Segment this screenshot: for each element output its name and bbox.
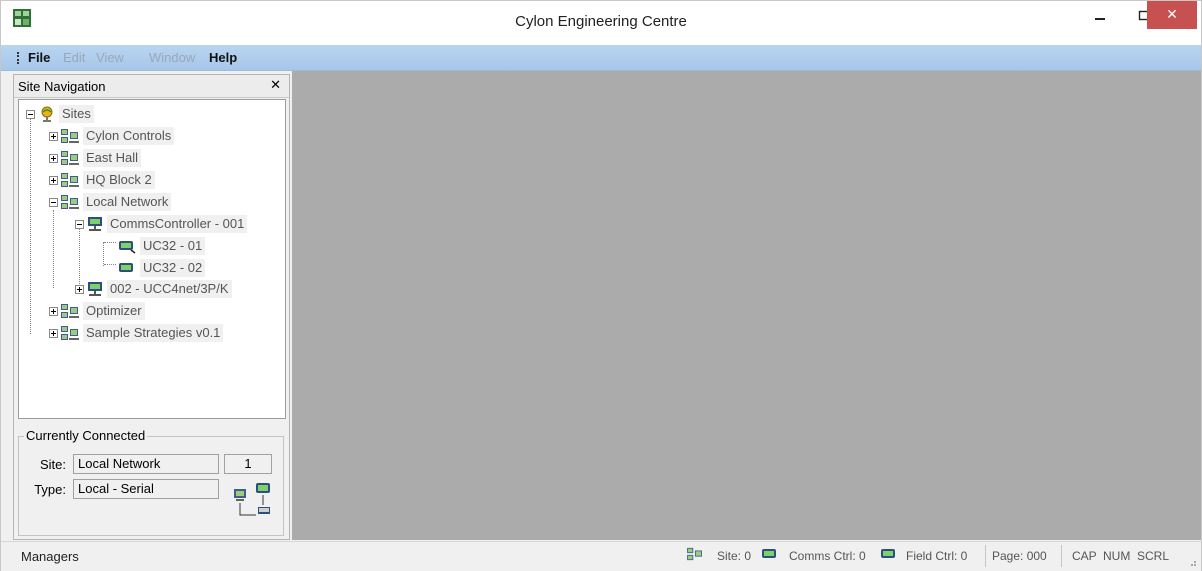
expand-toggle[interactable] (49, 307, 58, 316)
group-legend: Currently Connected (24, 428, 148, 443)
tree-node-site[interactable]: Sample Strategies v0.1 (61, 323, 224, 343)
close-icon: ✕ (1166, 7, 1178, 23)
panel-title: Site Navigation (18, 79, 106, 94)
title-bar: Cylon Engineering Centre ✕ (1, 1, 1201, 45)
tree-node-site[interactable]: Optimizer (61, 301, 145, 321)
tree-connector (104, 264, 116, 265)
site-network-icon (61, 195, 79, 209)
tree-connector (30, 114, 31, 334)
status-num: NUM (1103, 549, 1131, 563)
status-comms-count: Comms Ctrl: 0 (789, 549, 866, 563)
type-label: Type: (34, 482, 66, 497)
expand-toggle[interactable] (49, 154, 58, 163)
menu-window[interactable]: Window (149, 50, 195, 65)
tree-node-site[interactable]: Cylon Controls (61, 126, 175, 146)
menu-file[interactable]: File (28, 50, 50, 65)
tree-node-site[interactable]: Local Network (61, 192, 172, 212)
close-button[interactable]: ✕ (1147, 1, 1197, 29)
menu-bar: File Edit View Window Help (1, 45, 1201, 71)
minimize-button[interactable] (1077, 1, 1123, 31)
site-network-icon (61, 326, 79, 340)
comms-controller-icon (88, 282, 102, 296)
tree-node-site[interactable]: East Hall (61, 148, 142, 168)
tree-node-site[interactable]: HQ Block 2 (61, 170, 155, 190)
expand-toggle[interactable] (75, 285, 84, 294)
tree-node-label: UC32 - 01 (140, 237, 206, 255)
comms-controller-icon (88, 217, 102, 231)
field-controller-icon (119, 241, 136, 254)
connection-status-icon (234, 483, 270, 516)
currently-connected-group: Currently Connected Site: Local Network … (18, 428, 286, 538)
site-number-field: 1 (224, 454, 272, 474)
collapse-toggle[interactable] (26, 110, 35, 119)
tree-node-label: CommsController - 001 (107, 215, 248, 233)
tree-node-label: East Hall (83, 149, 142, 167)
tree-node-label: 002 - UCC4net/3P/K (107, 280, 232, 298)
comms-controller-icon (762, 549, 776, 558)
expand-toggle[interactable] (49, 132, 58, 141)
tree-node-label: UC32 - 02 (140, 259, 206, 277)
site-tree: Sites Cylon Controls East Hall HQ Block … (18, 99, 286, 419)
site-network-icon (687, 547, 702, 561)
tree-node-label: Cylon Controls (83, 127, 175, 145)
menu-grip-handle[interactable] (17, 52, 21, 64)
tree-connector (79, 224, 80, 290)
resize-grip-icon[interactable] (1187, 557, 1197, 567)
tree-connector (53, 210, 54, 288)
tree-node-field-controller[interactable]: UC32 - 02 (118, 258, 206, 278)
globe-icon (41, 106, 53, 122)
status-panel-name: Managers (21, 549, 79, 564)
menu-help[interactable]: Help (209, 50, 237, 65)
tree-node-label: Sample Strategies v0.1 (83, 324, 224, 342)
site-network-icon (61, 304, 79, 318)
minimize-icon (1095, 18, 1105, 20)
tree-node-field-controller[interactable]: UC32 - 01 (118, 236, 206, 256)
tree-node-label: Sites (59, 105, 94, 123)
tree-connector (104, 242, 116, 243)
tree-connector (103, 242, 104, 266)
site-network-icon (61, 173, 79, 187)
tree-node-label: Optimizer (83, 302, 145, 320)
menu-view[interactable]: View (96, 50, 124, 65)
status-cap: CAP (1072, 549, 1097, 563)
tree-node-sites[interactable]: Sites (39, 104, 94, 124)
expand-toggle[interactable] (49, 329, 58, 338)
status-field-count: Field Ctrl: 0 (906, 549, 968, 563)
status-page: Page: 000 (992, 549, 1047, 563)
status-site-count: Site: 0 (717, 549, 752, 563)
tree-node-comms-controller[interactable]: 002 - UCC4net/3P/K (87, 279, 232, 299)
site-value-field: Local Network (73, 454, 219, 474)
expand-toggle[interactable] (49, 176, 58, 185)
collapse-toggle[interactable] (49, 198, 58, 207)
panel-close-icon[interactable]: ✕ (270, 78, 281, 93)
site-label: Site: (39, 457, 66, 472)
site-navigation-header: Site Navigation ✕ (14, 75, 289, 98)
type-value-field: Local - Serial (73, 479, 219, 499)
tree-node-label: HQ Block 2 (83, 171, 155, 189)
collapse-toggle[interactable] (75, 220, 84, 229)
field-controller-icon (119, 263, 133, 272)
status-scrl: SCRL (1137, 549, 1170, 563)
status-bar: Managers Site: 0 Comms Ctrl: 0 Field Ctr… (1, 541, 1201, 571)
site-network-icon (61, 129, 79, 143)
app-window: Cylon Engineering Centre ✕ File Edit Vie… (0, 0, 1202, 571)
menu-edit[interactable]: Edit (63, 50, 85, 65)
tree-node-label: Local Network (83, 193, 172, 211)
site-network-icon (61, 151, 79, 165)
window-title: Cylon Engineering Centre (515, 13, 687, 30)
field-controller-icon (881, 549, 895, 558)
status-separator (985, 545, 986, 567)
tree-node-comms-controller[interactable]: CommsController - 001 (87, 214, 248, 234)
mdi-client-area (292, 71, 1201, 540)
status-separator (1061, 545, 1062, 567)
site-navigation-panel: Site Navigation ✕ Sites Cylon Controls E… (13, 74, 290, 540)
